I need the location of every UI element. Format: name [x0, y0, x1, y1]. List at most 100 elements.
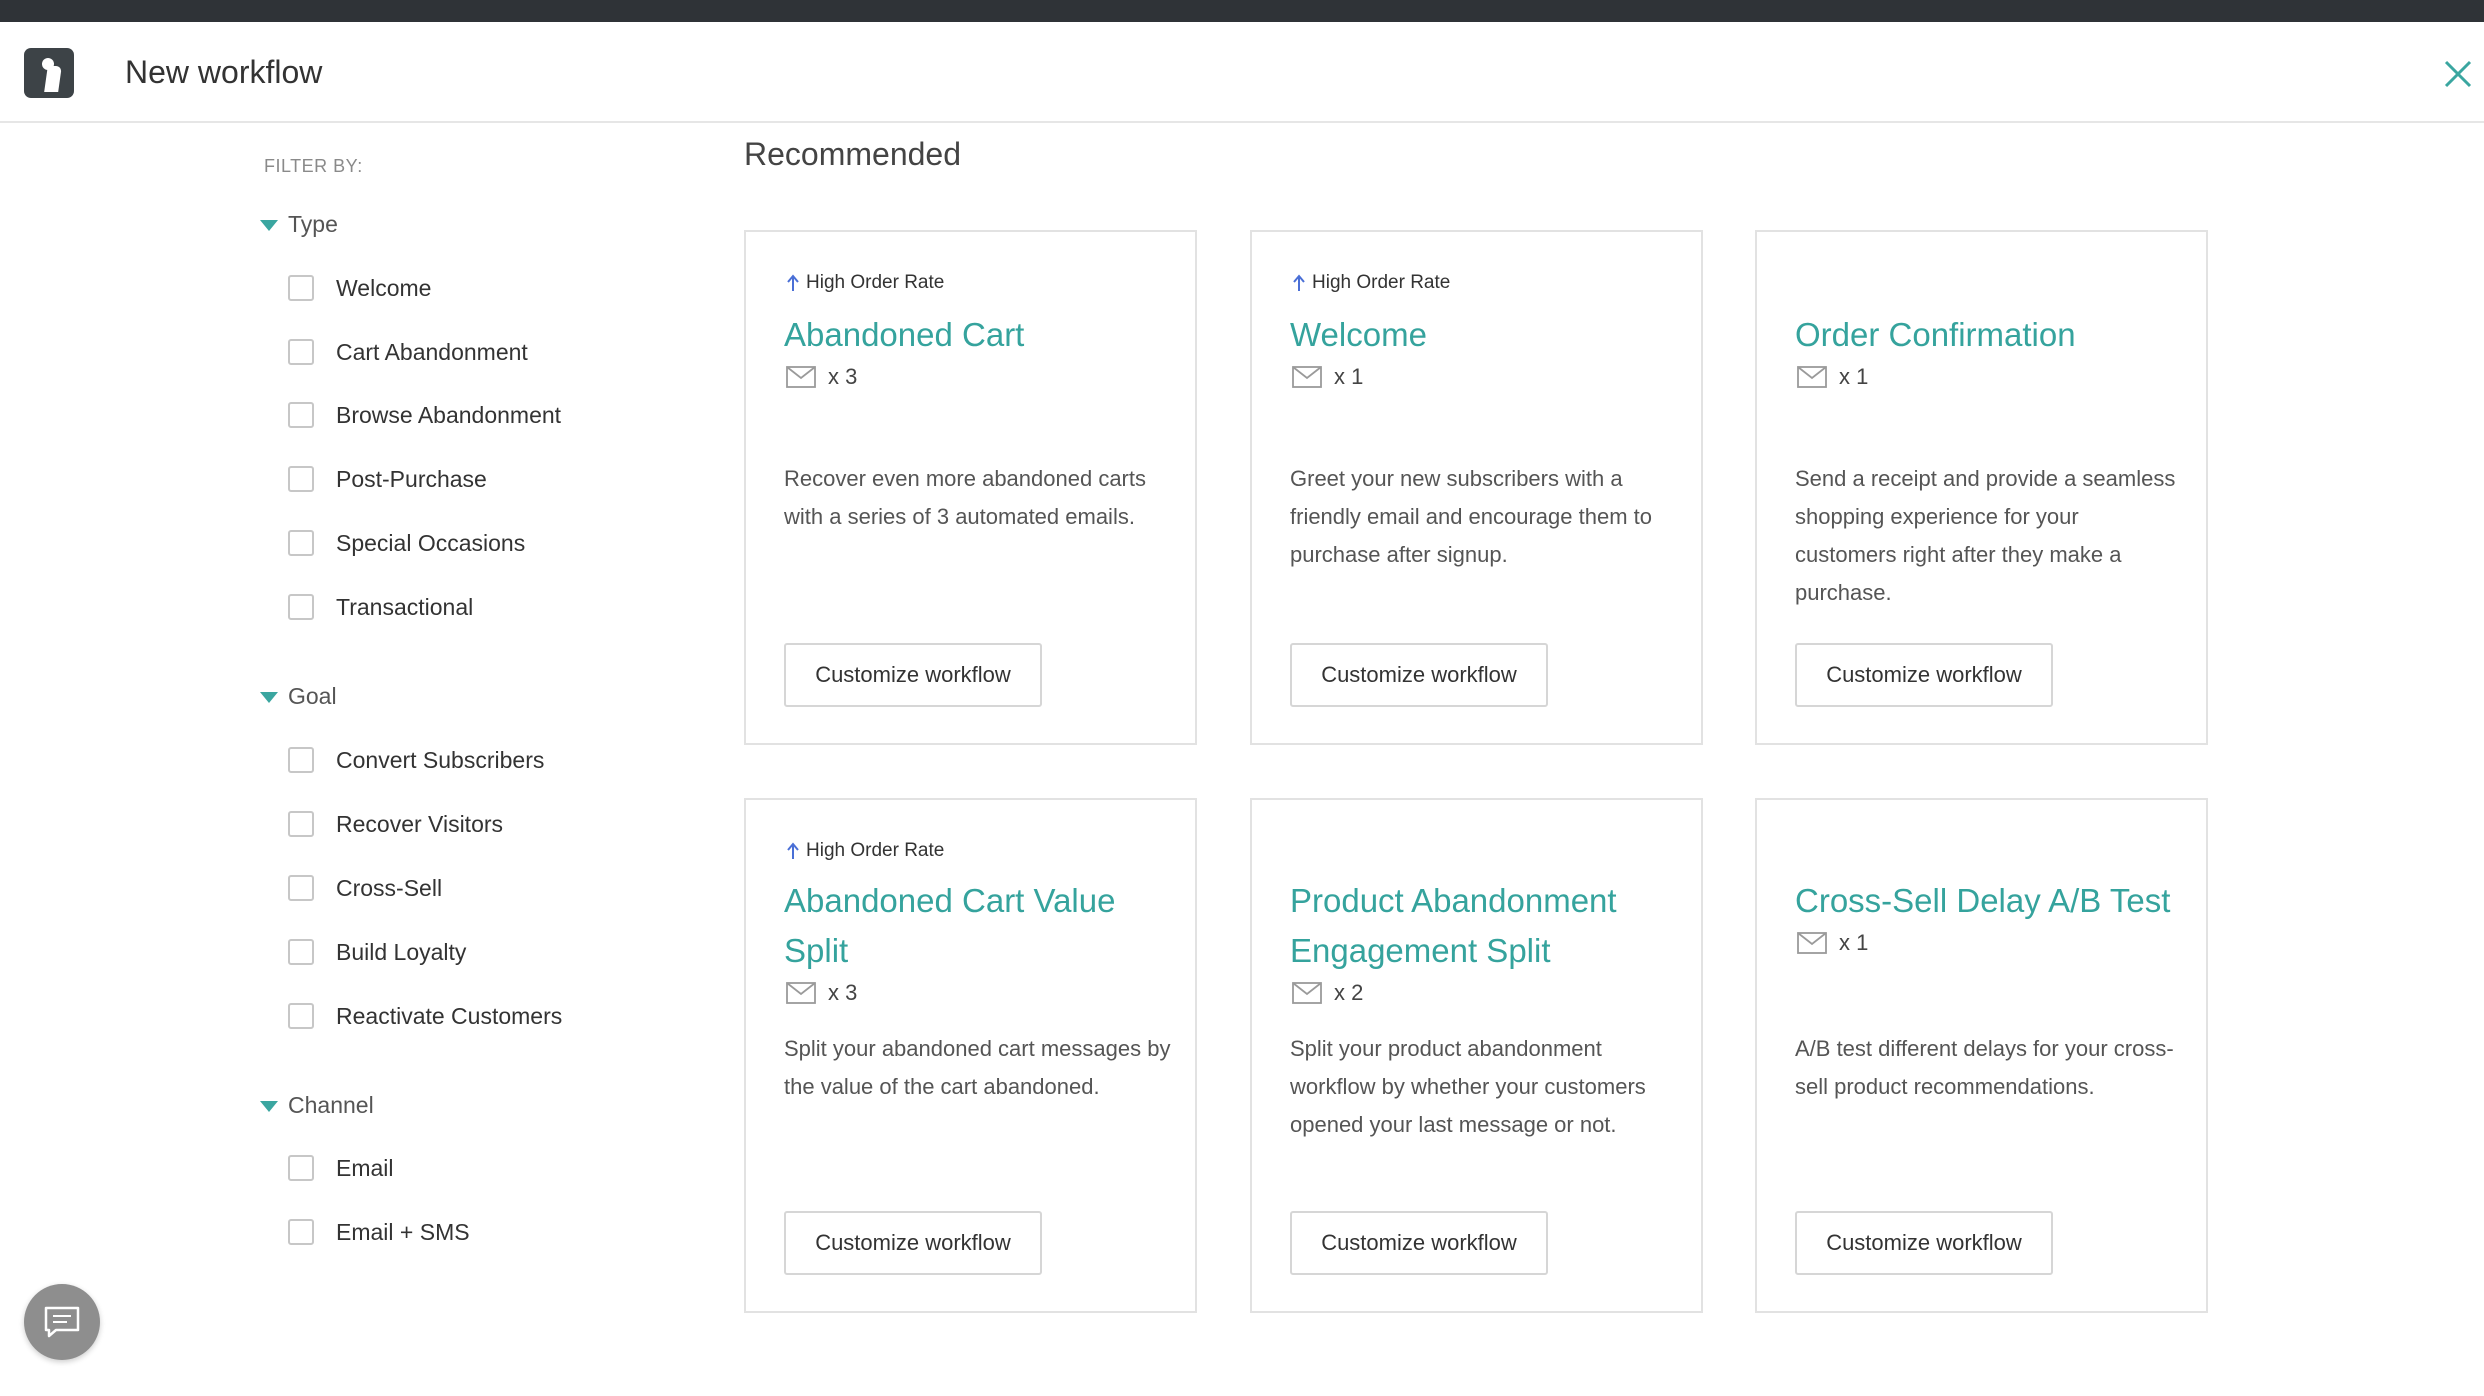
chat-icon[interactable]	[24, 1284, 100, 1360]
checkbox[interactable]	[288, 875, 314, 901]
filter-option-post-purchase[interactable]: Post-Purchase	[288, 462, 487, 496]
arrow-up-icon	[787, 274, 799, 291]
filter-option-recover-visitors[interactable]: Recover Visitors	[288, 807, 503, 841]
checkbox[interactable]	[288, 594, 314, 620]
customize-workflow-button[interactable]: Customize workflow	[1290, 1211, 1548, 1275]
email-count: x 1	[1292, 364, 1363, 390]
checkbox[interactable]	[288, 747, 314, 773]
caret-down-icon	[260, 219, 278, 231]
filter-group-label: Goal	[288, 682, 337, 709]
checkbox[interactable]	[288, 402, 314, 428]
workflow-card-welcome: High Order Rate Welcome x 1 Greet your n…	[1250, 230, 1703, 745]
caret-down-icon	[260, 691, 278, 703]
checkbox[interactable]	[288, 1155, 314, 1181]
checkbox[interactable]	[288, 939, 314, 965]
filter-option-browse-abandonment[interactable]: Browse Abandonment	[288, 398, 561, 432]
card-title[interactable]: Welcome	[1290, 310, 1670, 360]
filter-option-label: Browse Abandonment	[336, 401, 562, 428]
arrow-up-icon	[787, 842, 799, 859]
card-description: Split your abandoned cart messages by th…	[784, 1036, 1171, 1099]
email-count: x 1	[1797, 364, 1868, 390]
card-description: Greet your new subscribers with a friend…	[1290, 466, 1652, 567]
checkbox[interactable]	[288, 339, 314, 365]
checkbox[interactable]	[288, 1003, 314, 1029]
filter-option-label: Transactional	[336, 593, 474, 620]
filter-option-label: Build Loyalty	[336, 938, 467, 965]
filter-group-type[interactable]: Type	[260, 209, 338, 239]
filter-option-label: Email + SMS	[336, 1218, 470, 1245]
filter-option-label: Recover Visitors	[336, 810, 504, 837]
customize-workflow-button[interactable]: Customize workflow	[1795, 643, 2053, 707]
filter-option-label: Welcome	[336, 274, 432, 301]
checkbox[interactable]	[288, 275, 314, 301]
high-order-rate-badge: High Order Rate	[786, 272, 944, 294]
envelope-icon	[786, 982, 816, 1004]
checkbox[interactable]	[288, 466, 314, 492]
filter-option-label: Post-Purchase	[336, 465, 487, 492]
filter-option-email-sms[interactable]: Email + SMS	[288, 1215, 470, 1249]
filter-option-welcome[interactable]: Welcome	[288, 271, 431, 305]
card-title[interactable]: Cross-Sell Delay A/B Test	[1795, 876, 2175, 926]
envelope-icon	[786, 366, 816, 388]
checkbox[interactable]	[288, 811, 314, 837]
filter-option-cart-abandonment[interactable]: Cart Abandonment	[288, 335, 528, 369]
filter-group-channel[interactable]: Channel	[260, 1090, 374, 1120]
high-order-rate-badge: High Order Rate	[786, 840, 944, 862]
card-title[interactable]: Abandoned Cart Value Split	[784, 876, 1164, 976]
card-title[interactable]: Product Abandonment Engagement Split	[1290, 876, 1670, 976]
filter-option-convert-subscribers[interactable]: Convert Subscribers	[288, 743, 544, 777]
customize-workflow-button[interactable]: Customize workflow	[1795, 1211, 2053, 1275]
filter-group-goal[interactable]: Goal	[260, 681, 337, 711]
section-title: Recommended	[744, 136, 961, 172]
filter-option-transactional[interactable]: Transactional	[288, 590, 473, 624]
filter-option-label: Cart Abandonment	[336, 338, 528, 365]
filter-option-label: Convert Subscribers	[336, 746, 545, 773]
badge-label: High Order Rate	[1312, 272, 1451, 293]
filter-option-build-loyalty[interactable]: Build Loyalty	[288, 935, 466, 969]
customize-workflow-button[interactable]: Customize workflow	[784, 643, 1042, 707]
filter-option-special-occasions[interactable]: Special Occasions	[288, 526, 525, 560]
email-count-label: x 1	[1334, 364, 1364, 389]
workflow-card-cross-sell-delay-ab-test: Cross-Sell Delay A/B Test x 1 A/B test d…	[1755, 798, 2208, 1313]
email-count-label: x 3	[828, 364, 858, 389]
filter-option-label: Special Occasions	[336, 529, 526, 556]
card-description: Send a receipt and provide a seamless sh…	[1795, 466, 2176, 605]
filter-option-label: Reactivate Customers	[336, 1002, 563, 1029]
customize-workflow-button[interactable]: Customize workflow	[784, 1211, 1042, 1275]
caret-down-icon	[260, 1100, 278, 1112]
filter-by-label: FILTER BY:	[264, 156, 363, 176]
filter-group-label: Channel	[288, 1091, 374, 1118]
filter-option-reactivate-customers[interactable]: Reactivate Customers	[288, 999, 562, 1033]
workflow-card-product-abandonment-split: Product Abandonment Engagement Split x 2…	[1250, 798, 1703, 1313]
arrow-up-icon	[1293, 274, 1305, 291]
badge-label: High Order Rate	[806, 840, 945, 861]
email-count-label: x 1	[1839, 364, 1869, 389]
card-description: Split your product abandonment workflow …	[1290, 1036, 1646, 1137]
close-icon[interactable]	[2436, 50, 2484, 98]
checkbox[interactable]	[288, 530, 314, 556]
envelope-icon	[1797, 932, 1827, 954]
workflow-card-order-confirmation: Order Confirmation x 1 Send a receipt an…	[1755, 230, 2208, 745]
filter-option-cross-sell[interactable]: Cross-Sell	[288, 871, 442, 905]
page-title: New workflow	[125, 54, 323, 90]
customize-workflow-button[interactable]: Customize workflow	[1290, 643, 1548, 707]
filter-option-label: Cross-Sell	[336, 874, 443, 901]
email-count: x 3	[786, 980, 857, 1006]
filter-option-email[interactable]: Email	[288, 1151, 394, 1185]
envelope-icon	[1797, 366, 1827, 388]
badge-label: High Order Rate	[806, 272, 945, 293]
card-description: A/B test different delays for your cross…	[1795, 1036, 2174, 1099]
workflow-card-abandoned-cart-value-split: High Order Rate Abandoned Cart Value Spl…	[744, 798, 1197, 1313]
email-count: x 1	[1797, 930, 1868, 956]
checkbox[interactable]	[288, 1219, 314, 1245]
card-title[interactable]: Order Confirmation	[1795, 310, 2175, 360]
workflow-card-abandoned-cart: High Order Rate Abandoned Cart x 3 Recov…	[744, 230, 1197, 745]
email-count-label: x 3	[828, 980, 858, 1005]
app-logo[interactable]	[24, 48, 74, 98]
os-top-bar	[0, 0, 2484, 22]
card-title[interactable]: Abandoned Cart	[784, 310, 1164, 360]
envelope-icon	[1292, 366, 1322, 388]
email-count: x 2	[1292, 980, 1363, 1006]
high-order-rate-badge: High Order Rate	[1292, 272, 1450, 294]
email-count: x 3	[786, 364, 857, 390]
